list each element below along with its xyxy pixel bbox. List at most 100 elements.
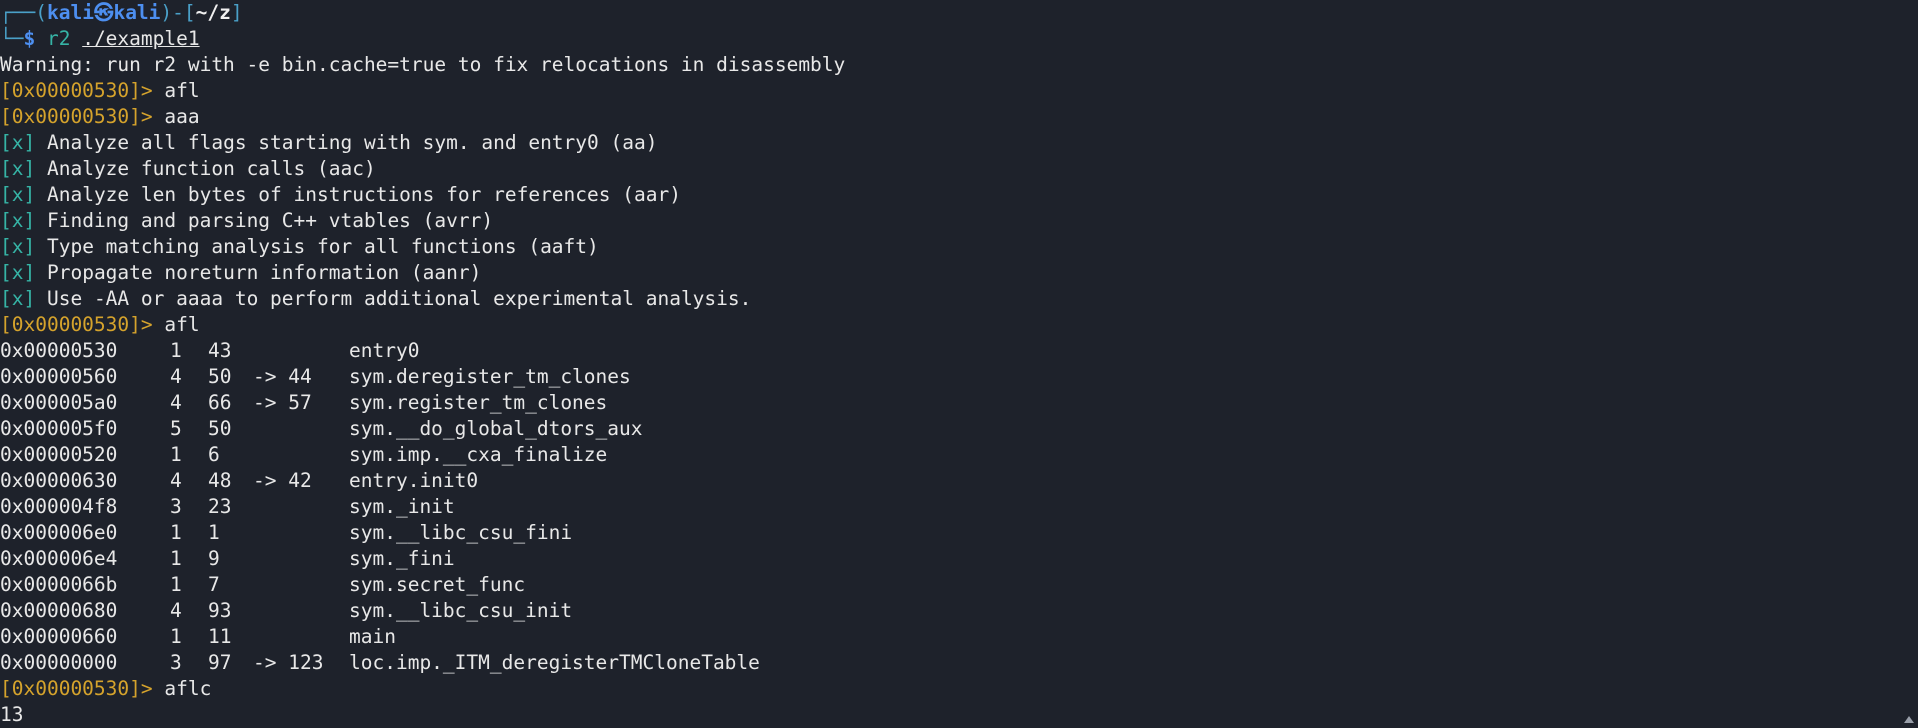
function-size: 11 (208, 625, 232, 648)
function-nbbs: 3 (170, 495, 182, 518)
analysis-line: [x] Analyze all flags starting with sym.… (0, 130, 1900, 156)
function-row: 0x000006e0 1 1 sym.__libc_csu_fini (0, 520, 1900, 546)
analysis-mark: [x] (0, 183, 36, 206)
function-size: 93 (208, 599, 232, 622)
function-address: 0x000005a0 (0, 391, 118, 414)
function-address: 0x0000066b (0, 573, 118, 596)
function-nbbs: 3 (170, 651, 182, 674)
function-address: 0x00000560 (0, 365, 118, 388)
function-row: 0x00000520 1 6 sym.imp.__cxa_finalize (0, 442, 1900, 468)
function-ret: -> 42 (253, 469, 312, 492)
function-nbbs: 4 (170, 599, 182, 622)
function-size: 50 (208, 365, 232, 388)
function-address: 0x00000660 (0, 625, 118, 648)
function-row: 0x000005f0 5 50 sym.__do_global_dtors_aux (0, 416, 1900, 442)
function-address: 0x00000520 (0, 443, 118, 466)
analysis-mark: [x] (0, 131, 36, 154)
analysis-line: [x] Analyze len bytes of instructions fo… (0, 182, 1900, 208)
function-size: 66 (208, 391, 232, 414)
function-size: 1 (208, 521, 220, 544)
function-name: entry.init0 (349, 469, 479, 492)
function-row: 0x00000630 4 48 -> 42 entry.init0 (0, 468, 1900, 494)
function-nbbs: 1 (170, 573, 182, 596)
r2-prompt: [0x00000530]> (0, 79, 153, 102)
analysis-mark: [x] (0, 287, 36, 310)
analysis-text: Finding and parsing C++ vtables (avrr) (46, 209, 494, 232)
function-row: 0x00000560 4 50 -> 44 sym.deregister_tm_clon… (0, 364, 1900, 390)
function-address: 0x00000000 (0, 651, 118, 674)
shell-prompt-line-2: └─$ r2 ./example1 (0, 26, 1900, 52)
function-row: 0x00000530 1 43 entry0 (0, 338, 1900, 364)
function-row: 0x000006e4 1 9 sym._fini (0, 546, 1900, 572)
analysis-mark: [x] (0, 209, 36, 232)
function-address: 0x000004f8 (0, 495, 118, 518)
analysis-text: Analyze function calls (aac) (46, 157, 376, 180)
warning-line: Warning: run r2 with -e bin.cache=true t… (0, 53, 846, 76)
prompt-dollar: $ (23, 27, 47, 50)
command-argument: ./example1 (82, 27, 200, 50)
prompt-corner-bottom: └─ (0, 27, 24, 50)
function-row: 0x0000066b 1 7 sym.secret_func (0, 572, 1900, 598)
r2-command: afl (164, 313, 200, 336)
analysis-line: [x] Analyze function calls (aac) (0, 156, 1900, 182)
function-name: sym.__libc_csu_fini (349, 521, 573, 544)
prompt-separator: )-[ (160, 1, 196, 24)
function-size: 48 (208, 469, 232, 492)
aflc-result: 13 (0, 703, 24, 726)
r2-prompt: [0x00000530]> (0, 677, 153, 700)
analysis-line: [x] Finding and parsing C++ vtables (avr… (0, 208, 1900, 234)
prompt-close-bracket: ] (230, 1, 243, 24)
shell-prompt-line-1: ┌──(kali㉿kali)-[~/z] (0, 0, 1900, 26)
function-address: 0x000005f0 (0, 417, 118, 440)
function-nbbs: 1 (170, 339, 182, 362)
function-name: sym.deregister_tm_clones (349, 365, 631, 388)
function-address: 0x000006e4 (0, 547, 118, 570)
function-nbbs: 1 (170, 625, 182, 648)
vertical-scrollbar[interactable] (1900, 0, 1918, 727)
analysis-mark: [x] (0, 157, 36, 180)
analysis-mark: [x] (0, 261, 36, 284)
function-name: sym.__libc_csu_init (349, 599, 573, 622)
function-row: 0x000004f8 3 23 sym._init (0, 494, 1900, 520)
function-name: sym.imp.__cxa_finalize (349, 443, 608, 466)
function-name: entry0 (349, 339, 420, 362)
function-size: 23 (208, 495, 232, 518)
analysis-text: Propagate noreturn information (aanr) (46, 261, 482, 284)
function-row: 0x000005a0 4 66 -> 57 sym.register_tm_clones (0, 390, 1900, 416)
function-row: 0x00000660 1 11 main (0, 624, 1900, 650)
r2-command-line: [0x00000530]> aaa (0, 104, 1900, 130)
function-name: sym.__do_global_dtors_aux (349, 417, 643, 440)
analysis-text: Analyze len bytes of instructions for re… (46, 183, 681, 206)
function-size: 43 (208, 339, 232, 362)
analysis-text: Analyze all flags starting with sym. and… (46, 131, 658, 154)
function-size: 6 (208, 443, 220, 466)
r2-prompt: [0x00000530]> (0, 105, 153, 128)
prompt-corner-top: ┌──( (0, 1, 47, 24)
analysis-line: [x] Type matching analysis for all funct… (0, 234, 1900, 260)
function-nbbs: 1 (170, 547, 182, 570)
function-address: 0x00000630 (0, 469, 118, 492)
analysis-text: Type matching analysis for all functions… (46, 235, 599, 258)
function-name: loc.imp._ITM_deregisterTMCloneTable (349, 651, 760, 674)
function-name: sym._init (349, 495, 455, 518)
function-address: 0x00000530 (0, 339, 118, 362)
function-size: 97 (208, 651, 232, 674)
function-row: 0x00000000 3 97 -> 123 loc.imp._ITM_deregist… (0, 650, 1900, 676)
r2-command: aflc (164, 677, 212, 700)
function-ret: -> 44 (253, 365, 312, 388)
function-nbbs: 4 (170, 365, 182, 388)
command-name: r2 (46, 27, 71, 50)
function-size: 7 (208, 573, 220, 596)
function-name: sym.register_tm_clones (349, 391, 608, 414)
analysis-text: Use -AA or aaaa to perform additional ex… (46, 287, 752, 310)
function-size: 50 (208, 417, 232, 440)
function-nbbs: 5 (170, 417, 182, 440)
function-address: 0x000006e0 (0, 521, 118, 544)
r2-command: afl (164, 79, 200, 102)
r2-command: aaa (164, 105, 200, 128)
r2-command-line: [0x00000530]> afl (0, 78, 1900, 104)
analysis-line: [x] Use -AA or aaaa to perform additiona… (0, 286, 1900, 312)
scroll-up-arrow-icon[interactable] (1904, 716, 1914, 723)
terminal-output[interactable]: ┌──(kali㉿kali)-[~/z] └─$ r2 ./example1 W… (0, 0, 1900, 727)
function-size: 9 (208, 547, 220, 570)
